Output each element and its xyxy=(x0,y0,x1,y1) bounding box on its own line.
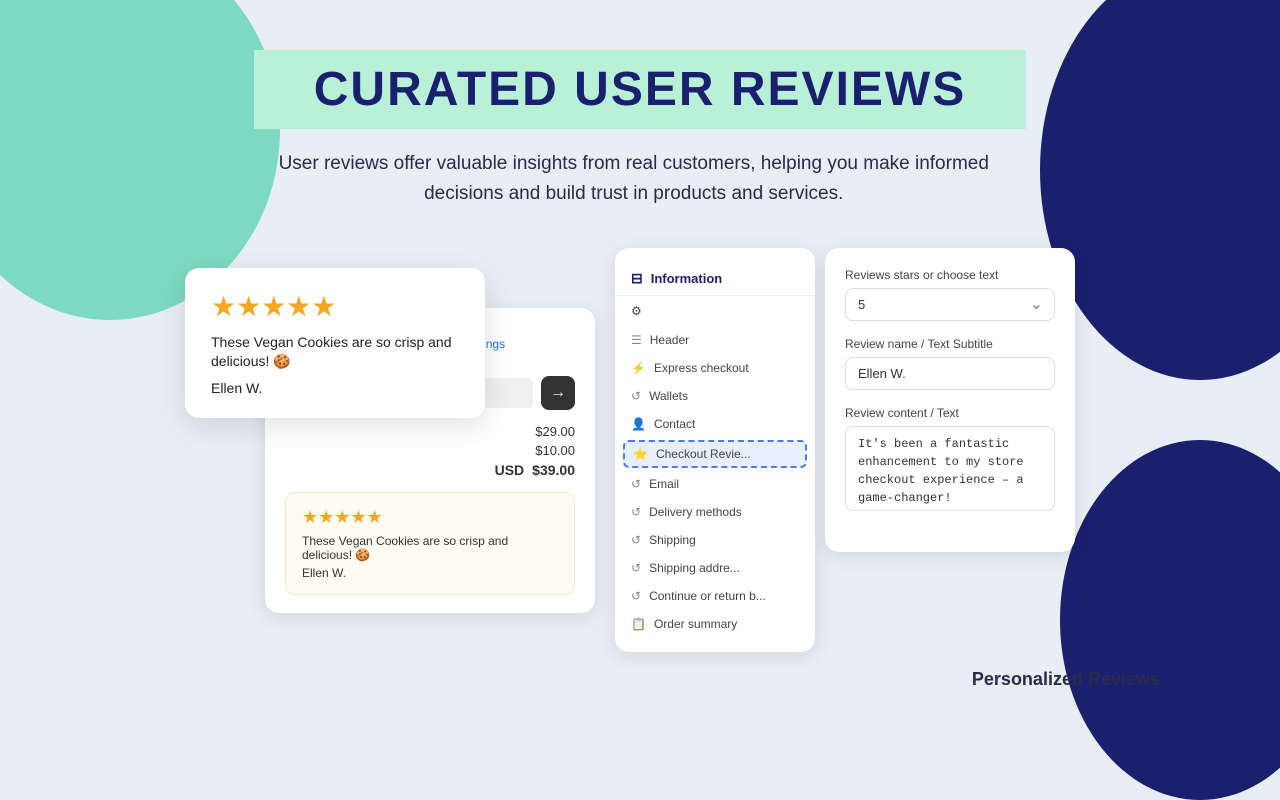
cards-area: ★★★★★ These Vegan Cookies are so crisp a… xyxy=(0,248,1280,652)
gear-icon: ⚙ xyxy=(631,304,642,318)
wallets-icon: ↺ xyxy=(631,389,641,403)
contact-icon: 👤 xyxy=(631,417,646,431)
page-title: CURATED USER REVIEWS xyxy=(314,62,967,117)
nav-item-delivery-label: Delivery methods xyxy=(649,505,742,519)
nav-item-contact[interactable]: 👤 Contact xyxy=(615,410,815,438)
floating-review-card: ★★★★★ These Vegan Cookies are so crisp a… xyxy=(185,268,485,418)
page-subtitle: User reviews offer valuable insights fro… xyxy=(254,149,1014,210)
mini-review-stars: ★★★★★ xyxy=(302,507,558,528)
review-content-textarea[interactable]: It's been a fantastic enhancement to my … xyxy=(845,426,1055,511)
config-panel: Reviews stars or choose text 5 4 3 2 1 R… xyxy=(825,248,1075,552)
nav-item-express-label: Express checkout xyxy=(654,361,749,375)
config-field-content: Review content / Text It's been a fantas… xyxy=(845,406,1055,516)
total-currency: USD xyxy=(495,462,525,478)
config-field-stars: Reviews stars or choose text 5 4 3 2 1 xyxy=(845,268,1055,321)
nav-item-continue-label: Continue or return b... xyxy=(649,589,766,603)
price-row-2: $10.00 xyxy=(285,443,575,458)
nav-item-delivery[interactable]: ↺ Delivery methods xyxy=(615,498,815,526)
floating-review-stars: ★★★★★ xyxy=(211,290,459,323)
nav-item-express-checkout[interactable]: ⚡ Express checkout xyxy=(615,354,815,382)
bottom-label: Personalized Reviews xyxy=(972,669,1160,690)
express-checkout-icon: ⚡ xyxy=(631,361,646,375)
shipping-address-icon: ↺ xyxy=(631,561,641,575)
floating-review-text: These Vegan Cookies are so crisp and del… xyxy=(211,333,459,372)
stars-field-label: Reviews stars or choose text xyxy=(845,268,1055,282)
nav-section-title: Information xyxy=(651,271,723,286)
nav-item-checkout-review[interactable]: ⭐ Checkout Revie... xyxy=(623,440,807,468)
nav-item-email-label: Email xyxy=(649,477,679,491)
nav-item-wallets-label: Wallets xyxy=(649,389,688,403)
content-field-label: Review content / Text xyxy=(845,406,1055,420)
total-row: USD $39.00 xyxy=(285,462,575,478)
nav-item-header-label: Header xyxy=(650,333,689,347)
mini-review-author: Ellen W. xyxy=(302,566,558,580)
nav-item-wallets[interactable]: ↺ Wallets xyxy=(615,382,815,410)
config-field-name: Review name / Text Subtitle xyxy=(845,337,1055,390)
header-nav-icon: ☰ xyxy=(631,333,642,347)
mini-review-card: ★★★★★ These Vegan Cookies are so crisp a… xyxy=(285,492,575,595)
checkout-review-icon: ⭐ xyxy=(633,447,648,461)
nav-item-shipping-label: Shipping xyxy=(649,533,696,547)
nav-item-shipping-address[interactable]: ↺ Shipping addre... xyxy=(615,554,815,582)
main-content: CURATED USER REVIEWS User reviews offer … xyxy=(0,0,1280,652)
mini-review-text: These Vegan Cookies are so crisp and del… xyxy=(302,534,558,562)
name-field-label: Review name / Text Subtitle xyxy=(845,337,1055,351)
nav-settings-item[interactable]: ⚙ xyxy=(615,300,815,322)
price-row-1: $29.00 xyxy=(285,424,575,439)
nav-section-icon: ⊟ xyxy=(631,270,643,287)
nav-item-contact-label: Contact xyxy=(654,417,695,431)
order-summary-icon: 📋 xyxy=(631,617,646,631)
nav-item-email[interactable]: ↺ Email xyxy=(615,470,815,498)
review-name-input[interactable] xyxy=(845,357,1055,390)
nav-item-shipping-address-label: Shipping addre... xyxy=(649,561,740,575)
nav-section-header: ⊟ Information xyxy=(615,262,815,296)
right-panel: ⊟ Information ⚙ ☰ Header ⚡ Express check… xyxy=(615,248,1075,652)
nav-item-checkout-review-label: Checkout Revie... xyxy=(656,447,751,461)
checkout-panel: ★★★★★ These Vegan Cookies are so crisp a… xyxy=(205,248,595,613)
nav-item-order-summary-label: Order summary xyxy=(654,617,737,631)
total-amount: $39.00 xyxy=(532,462,575,478)
price-1: $29.00 xyxy=(535,424,575,439)
email-icon: ↺ xyxy=(631,477,641,491)
floating-review-author: Ellen W. xyxy=(211,380,459,396)
continue-icon: ↺ xyxy=(631,589,641,603)
delivery-icon: ↺ xyxy=(631,505,641,519)
header-section: CURATED USER REVIEWS User reviews offer … xyxy=(254,50,1027,210)
nav-sidebar: ⊟ Information ⚙ ☰ Header ⚡ Express check… xyxy=(615,248,815,652)
price-2: $10.00 xyxy=(535,443,575,458)
nav-item-order-summary[interactable]: 📋 Order summary xyxy=(615,610,815,638)
nav-item-shipping[interactable]: ↺ Shipping xyxy=(615,526,815,554)
nav-item-continue[interactable]: ↺ Continue or return b... xyxy=(615,582,815,610)
shipping-icon: ↺ xyxy=(631,533,641,547)
stars-select-wrapper: 5 4 3 2 1 xyxy=(845,288,1055,321)
title-banner: CURATED USER REVIEWS xyxy=(254,50,1027,129)
apply-discount-button[interactable]: → xyxy=(541,376,575,410)
stars-select[interactable]: 5 4 3 2 1 xyxy=(845,288,1055,321)
nav-item-header[interactable]: ☰ Header xyxy=(615,326,815,354)
